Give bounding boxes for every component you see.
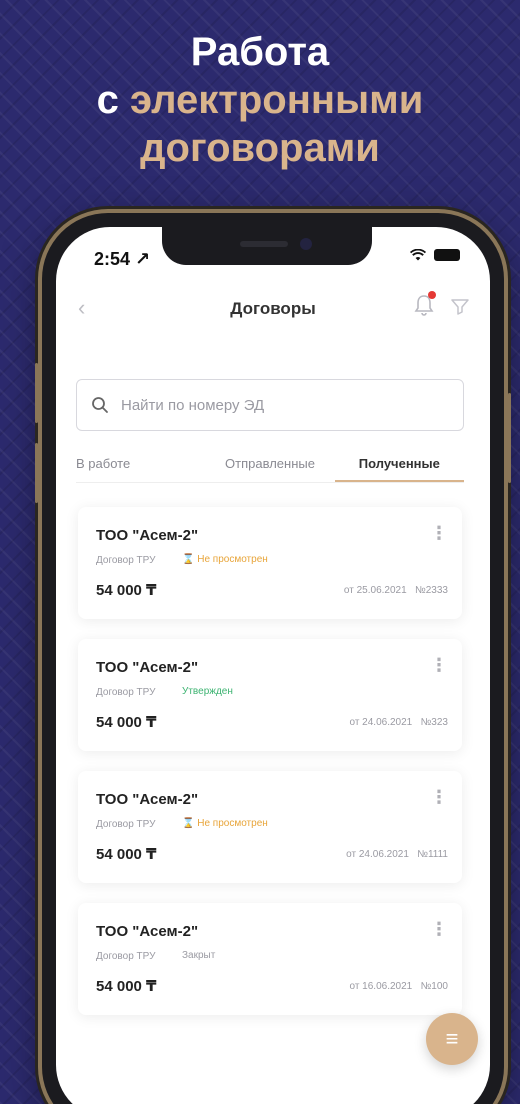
phone-side-button-left-2 <box>35 443 38 503</box>
contract-meta: от 16.06.2021 №100 <box>349 981 448 992</box>
tab-sent[interactable]: Отправленные <box>205 453 334 482</box>
contract-amount: 54 000 ₸ <box>96 582 157 599</box>
hourglass-icon: ⌛ <box>182 818 195 829</box>
contract-amount: 54 000 ₸ <box>96 846 157 863</box>
phone-frame: 2:54 ↗ ‹ Договоры Найти по номеру ЭД В р… <box>35 213 511 1104</box>
notch-camera <box>300 238 312 250</box>
promo-line-2-prefix: с <box>96 78 119 122</box>
search-box[interactable] <box>76 379 464 431</box>
contract-company: ТОО "Асем-2" <box>96 923 199 940</box>
contract-number: №2333 <box>415 585 448 596</box>
contract-date: от 16.06.2021 <box>349 981 413 992</box>
tabs: В работе Отправленные Полученные <box>76 453 464 483</box>
contract-amount: 54 000 ₸ <box>96 978 157 995</box>
contract-card[interactable]: ТОО "Асем-2" ⋮ Договор ТРУ ⌛ Не просмотр… <box>78 771 462 883</box>
hourglass-icon: ⌛ <box>182 554 195 565</box>
contract-status-label: Не просмотрен <box>197 554 268 565</box>
contract-date: от 24.06.2021 <box>349 717 413 728</box>
notification-dot <box>428 291 436 299</box>
tab-in-progress[interactable]: В работе <box>76 453 205 482</box>
promo-line-3: договорами <box>140 126 380 170</box>
contract-type: Договор ТРУ <box>96 951 156 962</box>
contract-meta: от 24.06.2021 №323 <box>349 717 448 728</box>
contract-status: Закрыт <box>182 950 215 961</box>
contract-number: №100 <box>420 981 448 992</box>
contract-status: Утвержден <box>182 686 233 697</box>
phone-side-button-left-1 <box>35 363 38 423</box>
more-vertical-icon[interactable]: ⋮ <box>430 655 448 676</box>
more-vertical-icon[interactable]: ⋮ <box>430 787 448 808</box>
contract-meta: от 24.06.2021 №1111 <box>346 849 448 860</box>
contract-company: ТОО "Асем-2" <box>96 659 199 676</box>
promo-line-2: с электронными <box>0 76 520 124</box>
contract-status-label: Утвержден <box>182 686 233 697</box>
contract-date: от 25.06.2021 <box>343 585 407 596</box>
contract-date: от 24.06.2021 <box>346 849 409 860</box>
contract-status-label: Не просмотрен <box>197 818 268 829</box>
promo-heading: Работа с электронными договорами <box>0 28 520 172</box>
contract-card[interactable]: ТОО "Асем-2" ⋮ Договор ТРУ Закрыт 54 000… <box>78 903 462 1015</box>
contract-status: ⌛ Не просмотрен <box>182 818 268 829</box>
contract-amount: 54 000 ₸ <box>96 714 157 731</box>
app-screen: 2:54 ↗ ‹ Договоры Найти по номеру ЭД В р… <box>56 227 490 1104</box>
contract-type: Договор ТРУ <box>96 687 156 698</box>
filter-icon[interactable] <box>450 297 470 315</box>
notch-speaker <box>240 241 288 247</box>
promo-line-2-accent: электронными <box>130 78 424 122</box>
search-icon <box>92 397 108 413</box>
contract-meta: от 25.06.2021 №2333 <box>344 585 448 596</box>
more-vertical-icon[interactable]: ⋮ <box>430 523 448 544</box>
wifi-icon <box>410 249 426 261</box>
tab-received[interactable]: Полученные <box>334 453 464 482</box>
contracts-list: ТОО "Асем-2" ⋮ Договор ТРУ ⌛ Не просмотр… <box>78 507 462 1035</box>
contract-number: №1111 <box>417 849 448 860</box>
status-icons <box>410 249 460 261</box>
more-vertical-icon[interactable]: ⋮ <box>430 919 448 940</box>
contract-company: ТОО "Асем-2" <box>96 791 199 808</box>
contract-type: Договор ТРУ <box>96 819 156 830</box>
contract-card[interactable]: ТОО "Асем-2" ⋮ Договор ТРУ Утвержден 54 … <box>78 639 462 751</box>
status-time: 2:54 ↗ <box>94 249 151 269</box>
menu-fab-button[interactable]: ≡ <box>426 1013 478 1065</box>
contract-status: ⌛ Не просмотрен <box>182 554 268 565</box>
search-input[interactable] <box>121 396 421 414</box>
battery-icon <box>434 249 460 261</box>
contract-card[interactable]: ТОО "Асем-2" ⋮ Договор ТРУ ⌛ Не просмотр… <box>78 507 462 619</box>
phone-side-button-right <box>508 393 511 483</box>
menu-icon: ≡ <box>445 1026 459 1051</box>
promo-line-1: Работа <box>190 30 330 74</box>
phone-notch <box>162 227 372 265</box>
nav-bar: ‹ Договоры <box>56 287 490 331</box>
contract-number: №323 <box>420 717 448 728</box>
contract-company: ТОО "Асем-2" <box>96 527 199 544</box>
contract-type: Договор ТРУ <box>96 555 156 566</box>
contract-status-label: Закрыт <box>182 950 216 961</box>
